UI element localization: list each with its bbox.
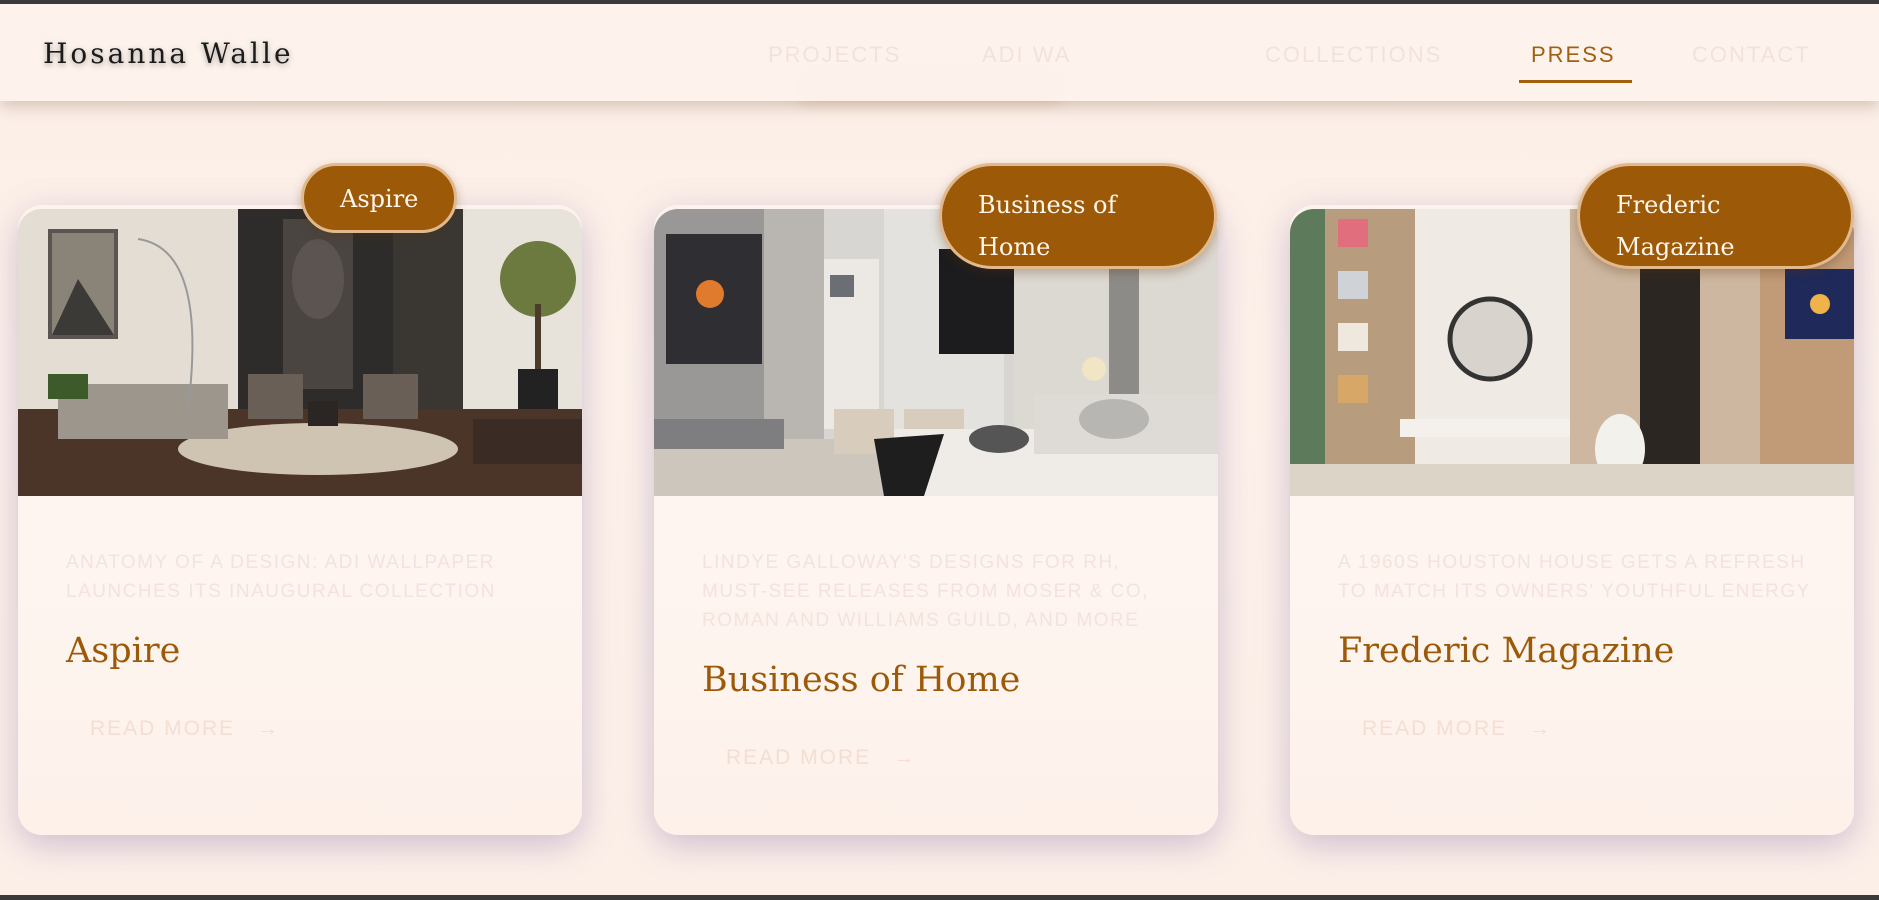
arrow-right-icon: → <box>893 746 917 769</box>
nav-active-underline <box>1519 80 1632 83</box>
card-image-aspire[interactable] <box>18 209 582 496</box>
read-more-link[interactable]: READ MORE → <box>90 717 280 741</box>
press-card-business-of-home[interactable]: Business of Home LINDYE GALLOWAY'S DESIG… <box>654 163 1218 835</box>
read-more-label: READ MORE <box>1362 717 1508 740</box>
card-description: ANATOMY OF A DESIGN: ADI WALLPAPER LAUNC… <box>66 552 496 602</box>
read-more-label: READ MORE <box>726 746 872 769</box>
nav-item-adi-wallpaper[interactable]: ADI WA <box>982 42 1071 68</box>
card-title[interactable]: Aspire <box>66 631 180 671</box>
read-more-link[interactable]: READ MORE → <box>1362 717 1552 741</box>
press-card-aspire[interactable]: Aspire ANATOMY OF A DESIGN: ADI WALLPAPE… <box>18 163 582 835</box>
living-room-image <box>18 209 582 496</box>
card-title[interactable]: Frederic Magazine <box>1338 631 1674 671</box>
card-title[interactable]: Business of Home <box>702 660 1020 700</box>
press-card-frederic-magazine[interactable]: Frederic Magazine A 1960S HOUSTON HOUSE … <box>1290 163 1854 835</box>
window-bottom-edge <box>0 895 1879 900</box>
nav-item-press[interactable]: PRESS <box>1531 42 1616 68</box>
page-frame: Hosanna Walle PROJECTS ADI WA COLLECTION… <box>0 4 1879 895</box>
read-more-link[interactable]: READ MORE → <box>726 746 916 770</box>
card-description: LINDYE GALLOWAY'S DESIGNS FOR RH, MUST-S… <box>702 552 1149 631</box>
source-badge-business-of-home: Business of Home <box>939 163 1217 269</box>
arrow-right-icon: → <box>1529 717 1553 740</box>
source-badge-aspire: Aspire <box>301 163 458 233</box>
nav-item-collections[interactable]: COLLECTIONS <box>1265 42 1442 68</box>
top-navigation-bar: Hosanna Walle PROJECTS ADI WA COLLECTION… <box>0 4 1879 101</box>
main-nav: PROJECTS ADI WA COLLECTIONS PRESS CONTAC… <box>0 4 1879 101</box>
card-description: A 1960S HOUSTON HOUSE GETS A REFRESH TO … <box>1338 552 1811 602</box>
nav-item-projects[interactable]: PROJECTS <box>768 42 901 68</box>
source-badge-frederic-magazine: Frederic Magazine <box>1577 163 1854 269</box>
read-more-label: READ MORE <box>90 717 236 740</box>
arrow-right-icon: → <box>257 717 281 740</box>
nav-item-contact[interactable]: CONTACT <box>1692 42 1811 68</box>
